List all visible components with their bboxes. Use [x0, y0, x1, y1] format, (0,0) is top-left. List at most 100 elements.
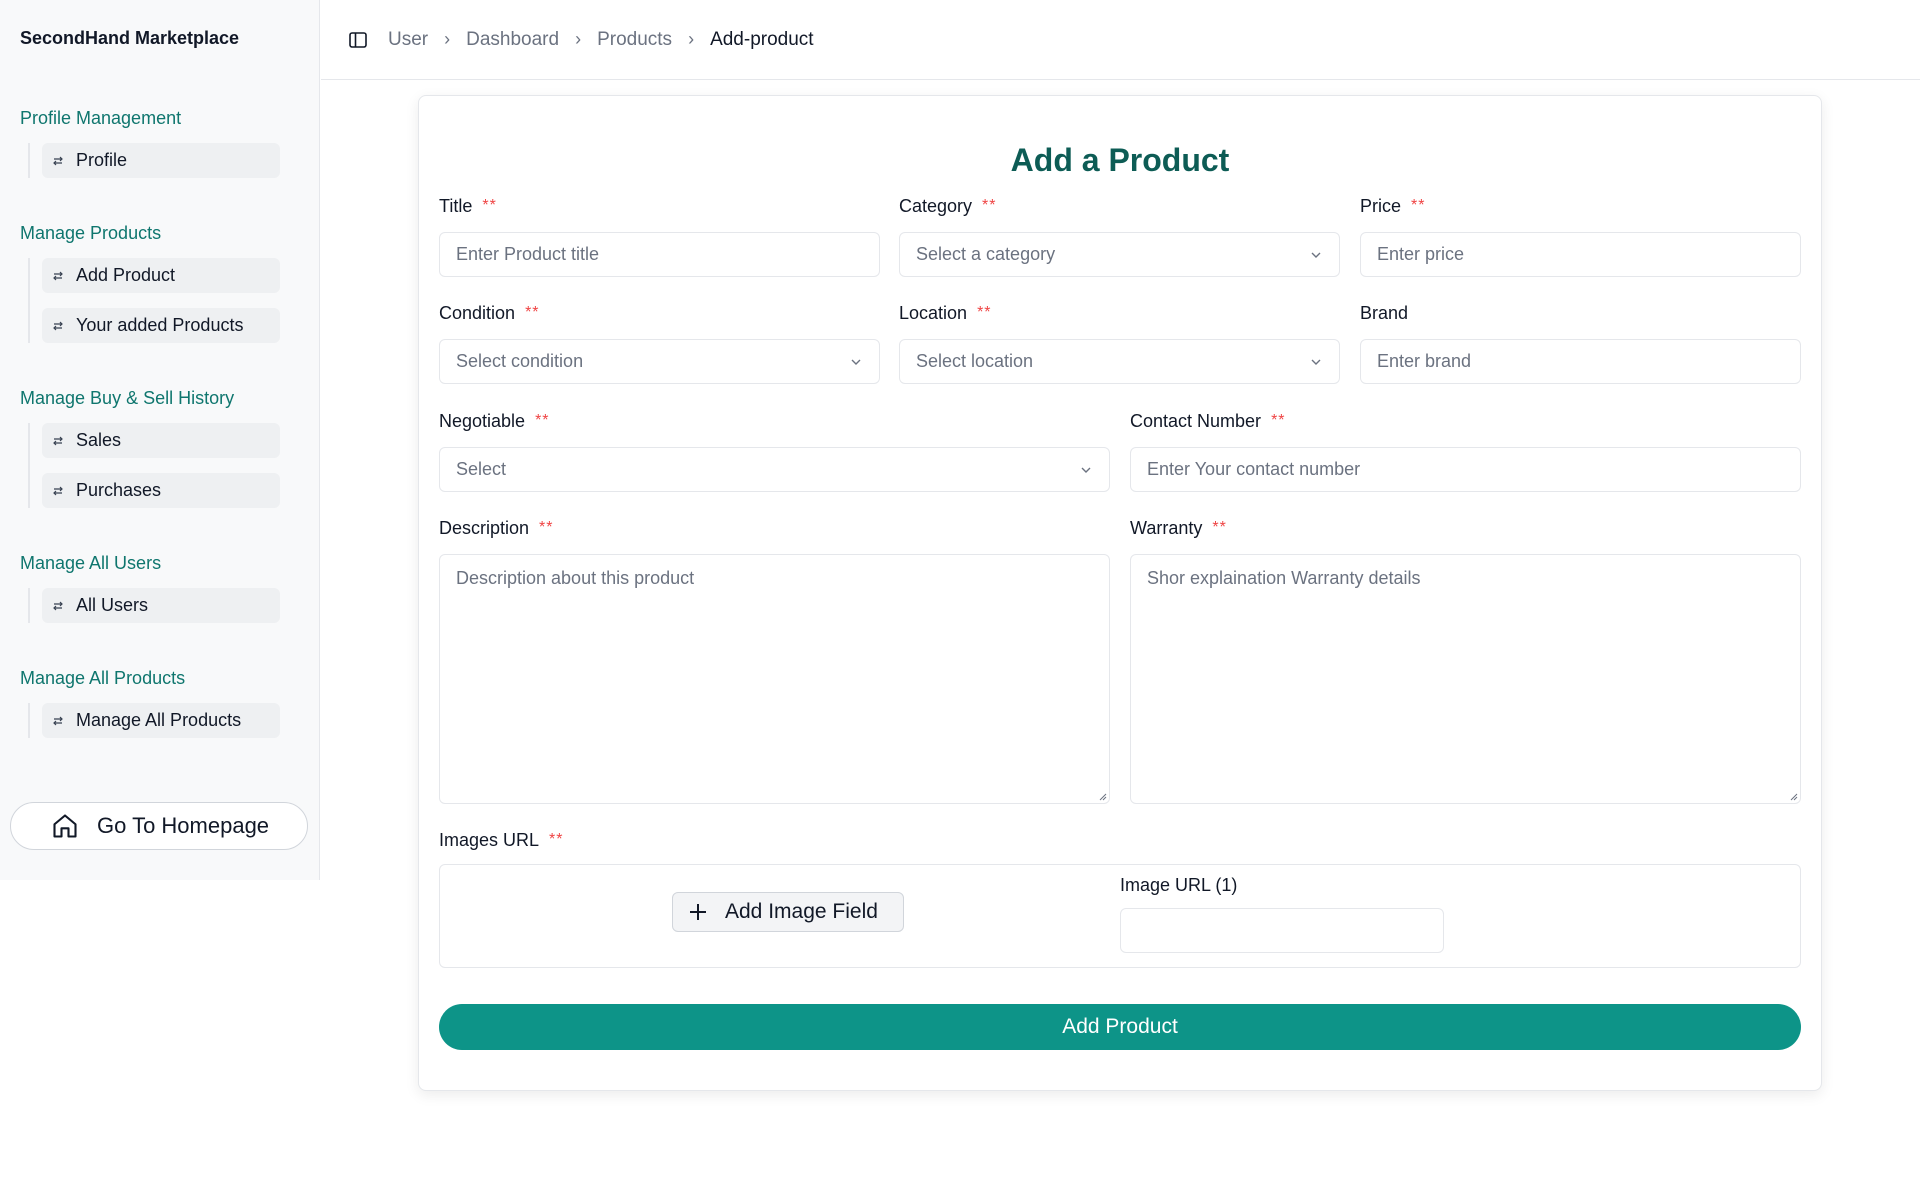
description-field: Description ** Description about this pro…	[439, 516, 1110, 804]
negotiable-select[interactable]: Select	[439, 447, 1110, 492]
condition-label: Condition	[439, 302, 516, 323]
price-placeholder: Enter price	[1377, 244, 1465, 264]
breadcrumb-products[interactable]: Products	[597, 29, 672, 51]
required-mark: **	[549, 831, 564, 848]
nav-group-profile-management: Profile Management Profile	[20, 108, 300, 178]
brand-input[interactable]: Enter brand	[1360, 339, 1801, 384]
arrows-icon	[53, 271, 63, 280]
category-select[interactable]: Select a category	[899, 232, 1340, 277]
add-product-submit-button[interactable]: Add Product	[439, 1004, 1801, 1050]
contact-number-placeholder: Enter Your contact number	[1147, 459, 1361, 479]
chevron-right-icon: ›	[688, 29, 695, 49]
description-placeholder: Description about this product	[456, 568, 695, 588]
required-mark: **	[1212, 519, 1227, 536]
nav-group-title[interactable]: Manage All Products	[20, 668, 300, 689]
breadcrumb-user[interactable]: User	[388, 29, 428, 51]
home-icon	[53, 814, 77, 838]
title-field: Title ** Enter Product title	[439, 194, 880, 277]
negotiable-field: Negotiable ** Select	[439, 409, 1110, 492]
brand-field: Brand Enter brand	[1360, 301, 1801, 384]
sidebar-item-label: Profile	[76, 150, 128, 170]
go-to-homepage-button[interactable]: Go To Homepage	[10, 802, 308, 850]
required-mark: **	[535, 412, 550, 429]
sidebar-item-purchases[interactable]: Purchases	[42, 473, 280, 508]
image-url-input[interactable]	[1120, 908, 1444, 953]
header: User › Dashboard › Products › Add-produc…	[321, 0, 1920, 80]
arrows-icon	[53, 321, 63, 330]
breadcrumb-add-product: Add-product	[710, 28, 814, 50]
location-select[interactable]: Select location	[899, 339, 1340, 384]
nav-group-items: All Users	[28, 588, 300, 623]
chevron-down-icon	[851, 359, 861, 365]
breadcrumb-dashboard[interactable]: Dashboard	[466, 29, 559, 51]
add-image-field-button[interactable]: Add Image Field	[672, 892, 904, 932]
title-label: Title	[439, 195, 473, 216]
description-label: Description	[439, 517, 530, 538]
images-url-field: Images URL **	[439, 828, 739, 852]
warranty-textarea[interactable]: Shor explaination Warranty details	[1130, 554, 1801, 804]
nav-group-items: Add Product Your added Products	[28, 258, 300, 343]
resize-handle-icon[interactable]	[1097, 791, 1107, 801]
price-input[interactable]: Enter price	[1360, 232, 1801, 277]
breadcrumb: User › Dashboard › Products › Add-produc…	[388, 29, 814, 51]
home-button-label: Go To Homepage	[97, 813, 270, 838]
required-mark: **	[977, 304, 992, 321]
arrows-icon	[53, 486, 63, 495]
nav-group-title[interactable]: Manage Buy & Sell History	[20, 388, 300, 409]
warranty-label: Warranty	[1130, 517, 1203, 538]
condition-placeholder: Select condition	[456, 351, 584, 371]
brand-label: Brand	[1360, 302, 1409, 323]
arrows-icon	[53, 156, 63, 165]
sidebar-item-all-users[interactable]: All Users	[42, 588, 280, 623]
nav-group-title[interactable]: Profile Management	[20, 108, 300, 129]
contact-number-label: Contact Number	[1130, 410, 1262, 431]
nav-group-manage-all-users: Manage All Users All Users	[20, 553, 300, 623]
add-image-field-label: Add Image Field	[725, 900, 878, 923]
title-input[interactable]: Enter Product title	[439, 232, 880, 277]
contact-number-input[interactable]: Enter Your contact number	[1130, 447, 1801, 492]
price-label: Price	[1360, 195, 1402, 216]
nav-group-manage-all-products: Manage All Products Manage All Products	[20, 668, 300, 738]
nav-group-buy-sell-history: Manage Buy & Sell History Sales Purchase…	[20, 388, 300, 508]
form-title: Add a Product	[1010, 142, 1230, 178]
required-mark: **	[1271, 412, 1286, 429]
required-mark: **	[982, 197, 997, 214]
sidebar-item-your-added-products[interactable]: Your added Products	[42, 308, 280, 343]
chevron-right-icon: ›	[575, 29, 582, 49]
arrows-icon	[53, 601, 63, 610]
sidebar-item-label: Sales	[76, 430, 122, 450]
title-placeholder: Enter Product title	[456, 244, 600, 264]
price-field: Price ** Enter price	[1360, 194, 1801, 277]
category-field: Category ** Select a category	[899, 194, 1340, 277]
sidebar-item-sales[interactable]: Sales	[42, 423, 280, 458]
add-product-form: Add a Product Title ** Enter Product titl…	[418, 95, 1822, 1091]
location-label: Location	[899, 302, 968, 323]
sidebar-item-label: All Users	[76, 595, 149, 615]
required-mark: **	[525, 304, 540, 321]
sidebar-toggle-icon[interactable]	[348, 30, 368, 50]
contact-number-field: Contact Number ** Enter Your contact numb…	[1130, 409, 1801, 492]
sidebar-item-manage-all-products[interactable]: Manage All Products	[42, 703, 280, 738]
sidebar-item-profile[interactable]: Profile	[42, 143, 280, 178]
brand-title: SecondHand Marketplace	[20, 28, 240, 48]
required-mark: **	[539, 519, 554, 536]
category-placeholder: Select a category	[916, 244, 1056, 264]
location-placeholder: Select location	[916, 351, 1034, 371]
negotiable-placeholder: Select	[456, 459, 507, 479]
required-mark: **	[1411, 197, 1426, 214]
description-textarea[interactable]: Description about this product	[439, 554, 1110, 804]
sidebar-item-label: Manage All Products	[76, 710, 242, 730]
nav-group-title[interactable]: Manage Products	[20, 223, 300, 244]
chevron-right-icon: ›	[444, 29, 451, 49]
nav-group-title[interactable]: Manage All Users	[20, 553, 300, 574]
nav-group-items: Profile	[28, 143, 300, 178]
chevron-down-icon	[1081, 467, 1091, 473]
sidebar-item-label: Your added Products	[76, 315, 244, 335]
nav-group-items: Sales Purchases	[28, 423, 300, 508]
chevron-down-icon	[1311, 252, 1321, 258]
chevron-down-icon	[1311, 359, 1321, 365]
sidebar-item-add-product[interactable]: Add Product	[42, 258, 280, 293]
condition-select[interactable]: Select condition	[439, 339, 880, 384]
resize-handle-icon[interactable]	[1788, 791, 1798, 801]
arrows-icon	[53, 716, 63, 725]
